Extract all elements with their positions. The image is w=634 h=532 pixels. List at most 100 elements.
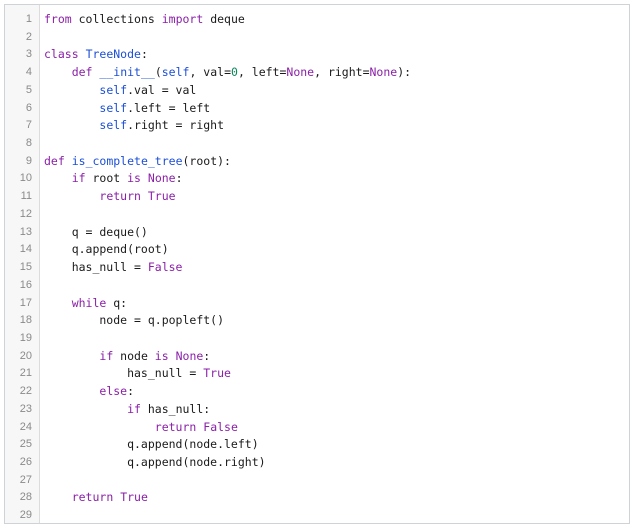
code-line[interactable]: 18 node = q.popleft() <box>5 312 629 330</box>
code-line[interactable]: 3 class TreeNode: <box>5 46 629 64</box>
text-token: collections <box>71 12 162 26</box>
name-token: self <box>161 65 190 80</box>
code-line[interactable]: 24 return False <box>5 419 629 437</box>
line-number: 12 <box>19 207 32 220</box>
code-line[interactable]: 19 <box>5 330 629 348</box>
code-line[interactable]: 13 q = deque() <box>5 224 629 242</box>
code-line[interactable]: 20 if node is None: <box>5 348 629 366</box>
code-line[interactable]: 27 <box>5 472 629 490</box>
code-text: q.append(node.left) <box>44 436 625 454</box>
code-line[interactable]: 23 if has_null: <box>5 401 629 419</box>
text-token: q.append(node.left) <box>44 437 259 452</box>
text-token: : <box>203 348 211 363</box>
text-token: has_null = <box>44 260 148 275</box>
code-line[interactable]: 9 def is_complete_tree(root): <box>5 153 629 171</box>
text-token: .val = val <box>127 82 197 97</box>
code-line[interactable]: 8 <box>5 135 629 153</box>
keyword-token: while <box>71 295 107 310</box>
code-text: return True <box>44 489 625 507</box>
code-text: self.left = left <box>44 100 625 118</box>
line-number: 5 <box>25 83 32 96</box>
keyword-token: True <box>120 490 148 505</box>
code-line[interactable]: 21 has_null = True <box>5 365 629 383</box>
name-token: __init__ <box>99 65 155 80</box>
line-number: 27 <box>19 473 32 486</box>
code-line[interactable]: 10 if root is None: <box>5 170 629 188</box>
line-number: 1 <box>25 13 32 25</box>
text-token: root <box>85 171 128 186</box>
code-text: self.right = right <box>44 117 625 135</box>
name-token: self <box>99 82 128 97</box>
code-line[interactable]: 11 return True <box>5 188 629 206</box>
line-number: 16 <box>19 278 32 291</box>
text-token: , left= <box>237 65 287 80</box>
code-line[interactable]: 25 q.append(node.left) <box>5 436 629 454</box>
name-token: self <box>99 118 128 133</box>
code-line[interactable]: 17 while q: <box>5 295 629 313</box>
code-text: else: <box>44 383 625 401</box>
code-line[interactable]: 12 <box>5 206 629 224</box>
keyword-token: True <box>203 366 231 381</box>
code-lines: 1 from collections import deque 2 3 class Tr… <box>5 11 629 523</box>
code-line[interactable]: 29 <box>5 507 629 523</box>
code-text: def is_complete_tree(root): <box>44 153 625 171</box>
code-line[interactable]: 22 else: <box>5 383 629 401</box>
code-line[interactable]: 5 self.val = val <box>5 82 629 100</box>
line-number: 25 <box>19 438 32 451</box>
line-number: 3 <box>25 48 32 61</box>
name-token: TreeNode <box>85 47 141 62</box>
keyword-token: if <box>99 348 114 363</box>
number-token: 0 <box>231 65 238 80</box>
code-line[interactable]: 4 def __init__(self, val=0, left=None, r… <box>5 64 629 82</box>
line-number: 29 <box>19 509 32 522</box>
text-token: q.append(node.right) <box>44 454 266 469</box>
code-line[interactable]: 28 return True <box>5 489 629 507</box>
code-line[interactable]: 7 self.right = right <box>5 117 629 135</box>
text-token: : <box>127 384 135 399</box>
code-text: return False <box>44 419 625 437</box>
code-line[interactable]: 14 q.append(root) <box>5 241 629 259</box>
code-line[interactable]: 26 q.append(node.right) <box>5 454 629 472</box>
code-text: def __init__(self, val=0, left=None, rig… <box>44 64 625 82</box>
keyword-token: is <box>154 348 169 363</box>
line-number: 9 <box>25 154 32 167</box>
line-number: 22 <box>19 385 32 398</box>
text-token: q: <box>106 295 128 310</box>
code-line[interactable]: 6 self.left = left <box>5 100 629 118</box>
line-number: 8 <box>25 137 32 150</box>
line-number: 24 <box>19 420 32 433</box>
text-token: , val= <box>189 65 231 80</box>
code-editor[interactable]: 1 from collections import deque 2 3 class Tr… <box>4 4 630 524</box>
code-line[interactable]: 2 <box>5 29 629 47</box>
code-line[interactable]: 15 has_null = False <box>5 259 629 277</box>
line-number: 20 <box>19 349 32 362</box>
keyword-token: return <box>99 189 141 204</box>
line-number: 14 <box>19 243 32 256</box>
keyword-token: None <box>369 65 398 80</box>
keyword-token: False <box>203 419 238 434</box>
text-token: node <box>113 348 155 363</box>
text-token: .right = right <box>127 118 225 133</box>
code-text: has_null = True <box>44 365 625 383</box>
code-line[interactable]: 16 <box>5 277 629 295</box>
name-token: self <box>99 100 128 115</box>
code-line[interactable]: 1 from collections import deque <box>5 11 629 29</box>
line-number: 11 <box>20 190 32 203</box>
code-text: return True <box>44 188 625 206</box>
keyword-token: def <box>44 153 65 168</box>
line-number: 6 <box>25 101 32 114</box>
code-text: q.append(root) <box>44 241 625 259</box>
line-number: 10 <box>19 172 32 185</box>
name-token: is_complete_tree <box>71 153 183 168</box>
text-token: node = q.popleft() <box>44 313 225 328</box>
keyword-token: if <box>127 401 141 416</box>
